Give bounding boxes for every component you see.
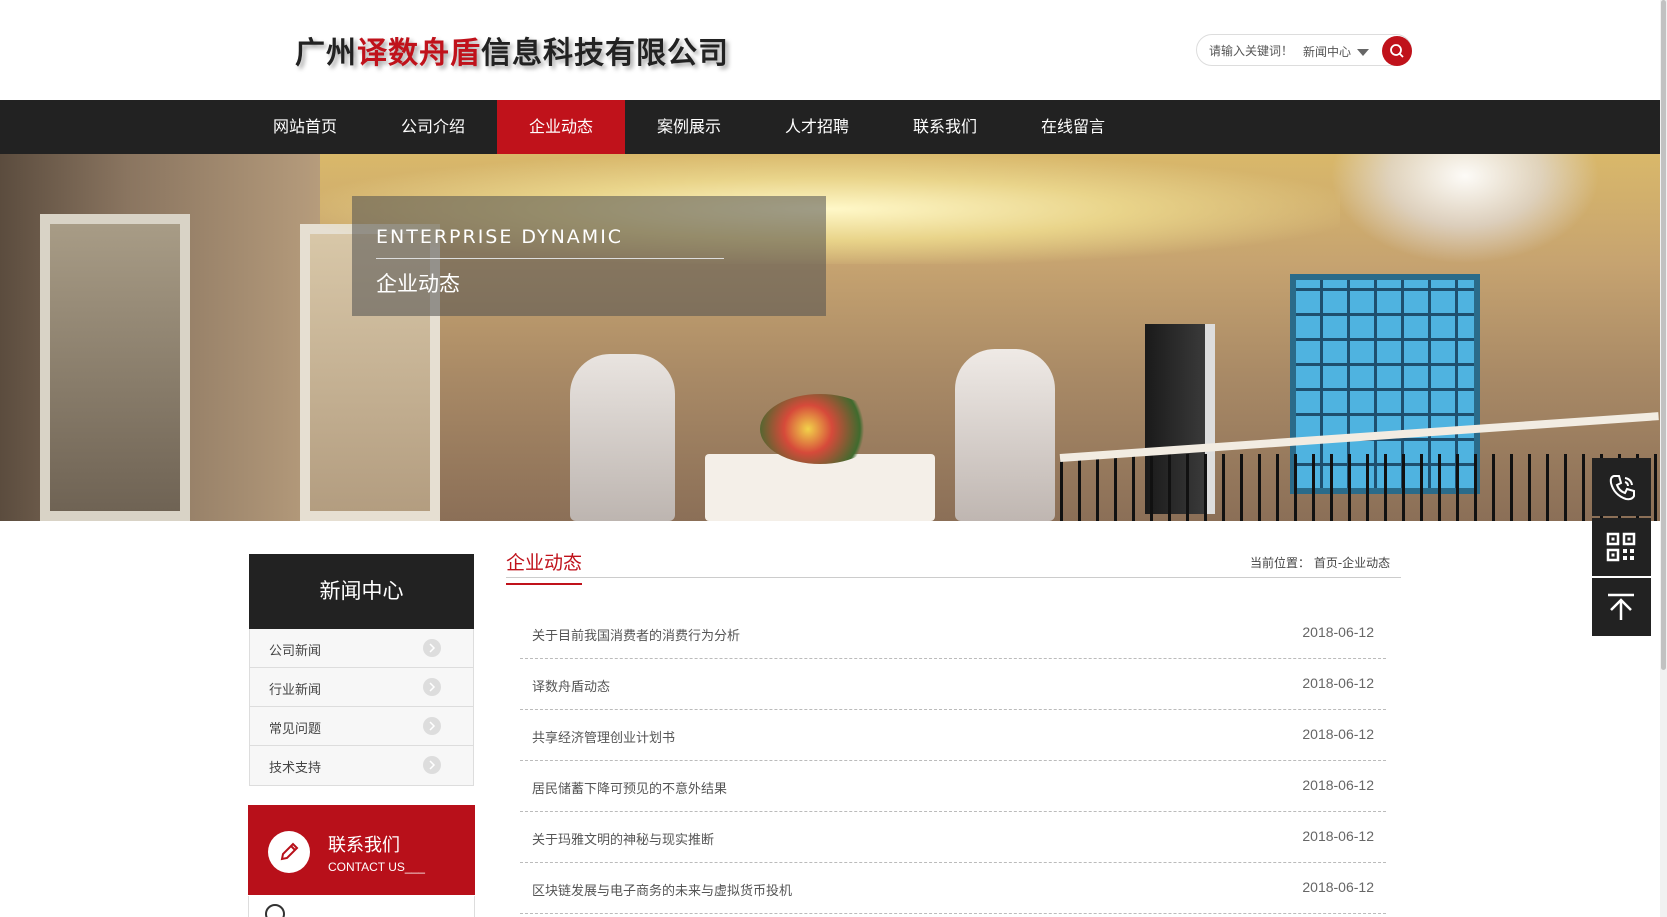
search-icon bbox=[1390, 44, 1404, 58]
news-title[interactable]: 译数舟盾动态 bbox=[532, 676, 610, 695]
sidebar-item-label: 公司新闻 bbox=[269, 644, 322, 659]
news-title[interactable]: 居民储蓄下降可预见的不意外结果 bbox=[532, 778, 727, 797]
title-divider bbox=[506, 577, 1401, 578]
search-scope-select[interactable]: 新闻中心 bbox=[1303, 43, 1370, 60]
logo-text-3: 信息科技有限公司 bbox=[481, 36, 729, 71]
nav-item-jobs[interactable]: 人才招聘 bbox=[753, 100, 881, 154]
page-title: 企业动态 bbox=[506, 548, 583, 585]
chevron-right-icon bbox=[423, 678, 441, 696]
news-title[interactable]: 关于玛雅文明的神秘与现实推断 bbox=[532, 829, 714, 848]
contact-phone-row bbox=[248, 896, 475, 917]
edit-icon bbox=[280, 842, 299, 861]
sidebar-item-faq[interactable]: 常见问题 bbox=[250, 707, 473, 746]
phone-icon bbox=[265, 904, 285, 917]
news-title[interactable]: 区块链发展与电子商务的未来与虚拟货币投机 bbox=[532, 880, 792, 899]
sidebar-item-label: 行业新闻 bbox=[269, 683, 322, 698]
news-title[interactable]: 关于目前我国消费者的消费行为分析 bbox=[532, 625, 740, 644]
logo[interactable]: 广州译数舟盾信息科技有限公司 bbox=[295, 28, 729, 72]
nav-item-contact[interactable]: 联系我们 bbox=[881, 100, 1009, 154]
nav-item-message[interactable]: 在线留言 bbox=[1009, 100, 1137, 154]
back-to-top-button[interactable] bbox=[1592, 578, 1651, 636]
list-item[interactable]: 译数舟盾动态 2018-06-12 bbox=[520, 659, 1386, 710]
chevron-down-icon bbox=[1357, 49, 1370, 56]
search-scope-label: 新闻中心 bbox=[1303, 45, 1352, 59]
phone-icon bbox=[1609, 475, 1635, 501]
news-list: 关于目前我国消费者的消费行为分析 2018-06-12 译数舟盾动态 2018-… bbox=[520, 608, 1386, 914]
nav-item-news[interactable]: 企业动态 bbox=[497, 100, 625, 154]
search-box: 新闻中心 bbox=[1196, 34, 1412, 66]
contact-us-box: 联系我们 CONTACT US___ bbox=[248, 805, 475, 895]
breadcrumb: 当前位置： 首页-企业动态 bbox=[1250, 556, 1391, 570]
floating-toolbar bbox=[1592, 458, 1651, 638]
banner-title-en: ENTERPRISE DYNAMIC bbox=[376, 226, 624, 248]
scrollbar-thumb[interactable] bbox=[1661, 0, 1666, 670]
chevron-right-icon bbox=[423, 717, 441, 735]
nav-item-about[interactable]: 公司介绍 bbox=[369, 100, 497, 154]
header: 广州译数舟盾信息科技有限公司 新闻中心 bbox=[0, 0, 1660, 100]
banner-chandelier bbox=[1330, 154, 1600, 264]
banner-divider bbox=[376, 258, 724, 259]
contact-title-cn: 联系我们 bbox=[328, 835, 400, 856]
sidebar-item-support[interactable]: 技术支持 bbox=[250, 746, 473, 785]
list-item[interactable]: 关于玛雅文明的神秘与现实推断 2018-06-12 bbox=[520, 812, 1386, 863]
nav-item-cases[interactable]: 案例展示 bbox=[625, 100, 753, 154]
search-input[interactable] bbox=[1209, 42, 1299, 60]
news-title[interactable]: 共享经济管理创业计划书 bbox=[532, 727, 675, 746]
sidebar-item-label: 常见问题 bbox=[269, 722, 322, 737]
main-nav: 网站首页 公司介绍 企业动态 案例展示 人才招聘 联系我们 在线留言 bbox=[0, 100, 1660, 154]
page: { "header": { "logo_part1": "广州", "logo_… bbox=[0, 0, 1667, 917]
nav-item-home[interactable]: 网站首页 bbox=[241, 100, 369, 154]
banner-sideboard bbox=[705, 454, 935, 521]
sidebar-heading: 新闻中心 bbox=[249, 554, 474, 629]
list-item[interactable]: 共享经济管理创业计划书 2018-06-12 bbox=[520, 710, 1386, 761]
qr-code-icon bbox=[1606, 532, 1636, 562]
news-date: 2018-06-12 bbox=[1302, 726, 1374, 742]
banner-title-cn: 企业动态 bbox=[376, 272, 460, 296]
list-item[interactable]: 居民储蓄下降可预见的不意外结果 2018-06-12 bbox=[520, 761, 1386, 812]
sidebar-item-industry-news[interactable]: 行业新闻 bbox=[250, 668, 473, 707]
sidebar-item-label: 技术支持 bbox=[269, 761, 322, 776]
banner-flowers bbox=[760, 394, 880, 464]
list-item[interactable]: 关于目前我国消费者的消费行为分析 2018-06-12 bbox=[520, 608, 1386, 659]
phone-button[interactable] bbox=[1592, 458, 1651, 516]
news-date: 2018-06-12 bbox=[1302, 828, 1374, 844]
news-date: 2018-06-12 bbox=[1302, 777, 1374, 793]
sidebar-list: 公司新闻 行业新闻 常见问题 技术支持 bbox=[249, 629, 474, 786]
logo-text-1: 广州 bbox=[295, 36, 357, 71]
qr-code-button[interactable] bbox=[1592, 518, 1651, 576]
list-item[interactable]: 区块链发展与电子商务的未来与虚拟货币投机 2018-06-12 bbox=[520, 863, 1386, 914]
banner-chair-2 bbox=[955, 349, 1055, 521]
banner bbox=[0, 154, 1660, 521]
banner-railing bbox=[1060, 454, 1660, 521]
banner-caption-overlay bbox=[352, 196, 826, 316]
sidebar-item-company-news[interactable]: 公司新闻 bbox=[250, 629, 473, 668]
banner-door bbox=[40, 214, 190, 521]
news-date: 2018-06-12 bbox=[1302, 879, 1374, 895]
logo-text-2: 译数舟盾 bbox=[357, 36, 481, 71]
chevron-right-icon bbox=[423, 639, 441, 657]
search-button[interactable] bbox=[1382, 36, 1412, 66]
banner-chair bbox=[570, 354, 675, 521]
contact-title-en: CONTACT US___ bbox=[328, 860, 425, 874]
back-to-top-icon bbox=[1608, 593, 1634, 620]
contact-circle bbox=[268, 831, 310, 873]
news-date: 2018-06-12 bbox=[1302, 624, 1374, 640]
news-date: 2018-06-12 bbox=[1302, 675, 1374, 691]
chevron-right-icon bbox=[423, 756, 441, 774]
